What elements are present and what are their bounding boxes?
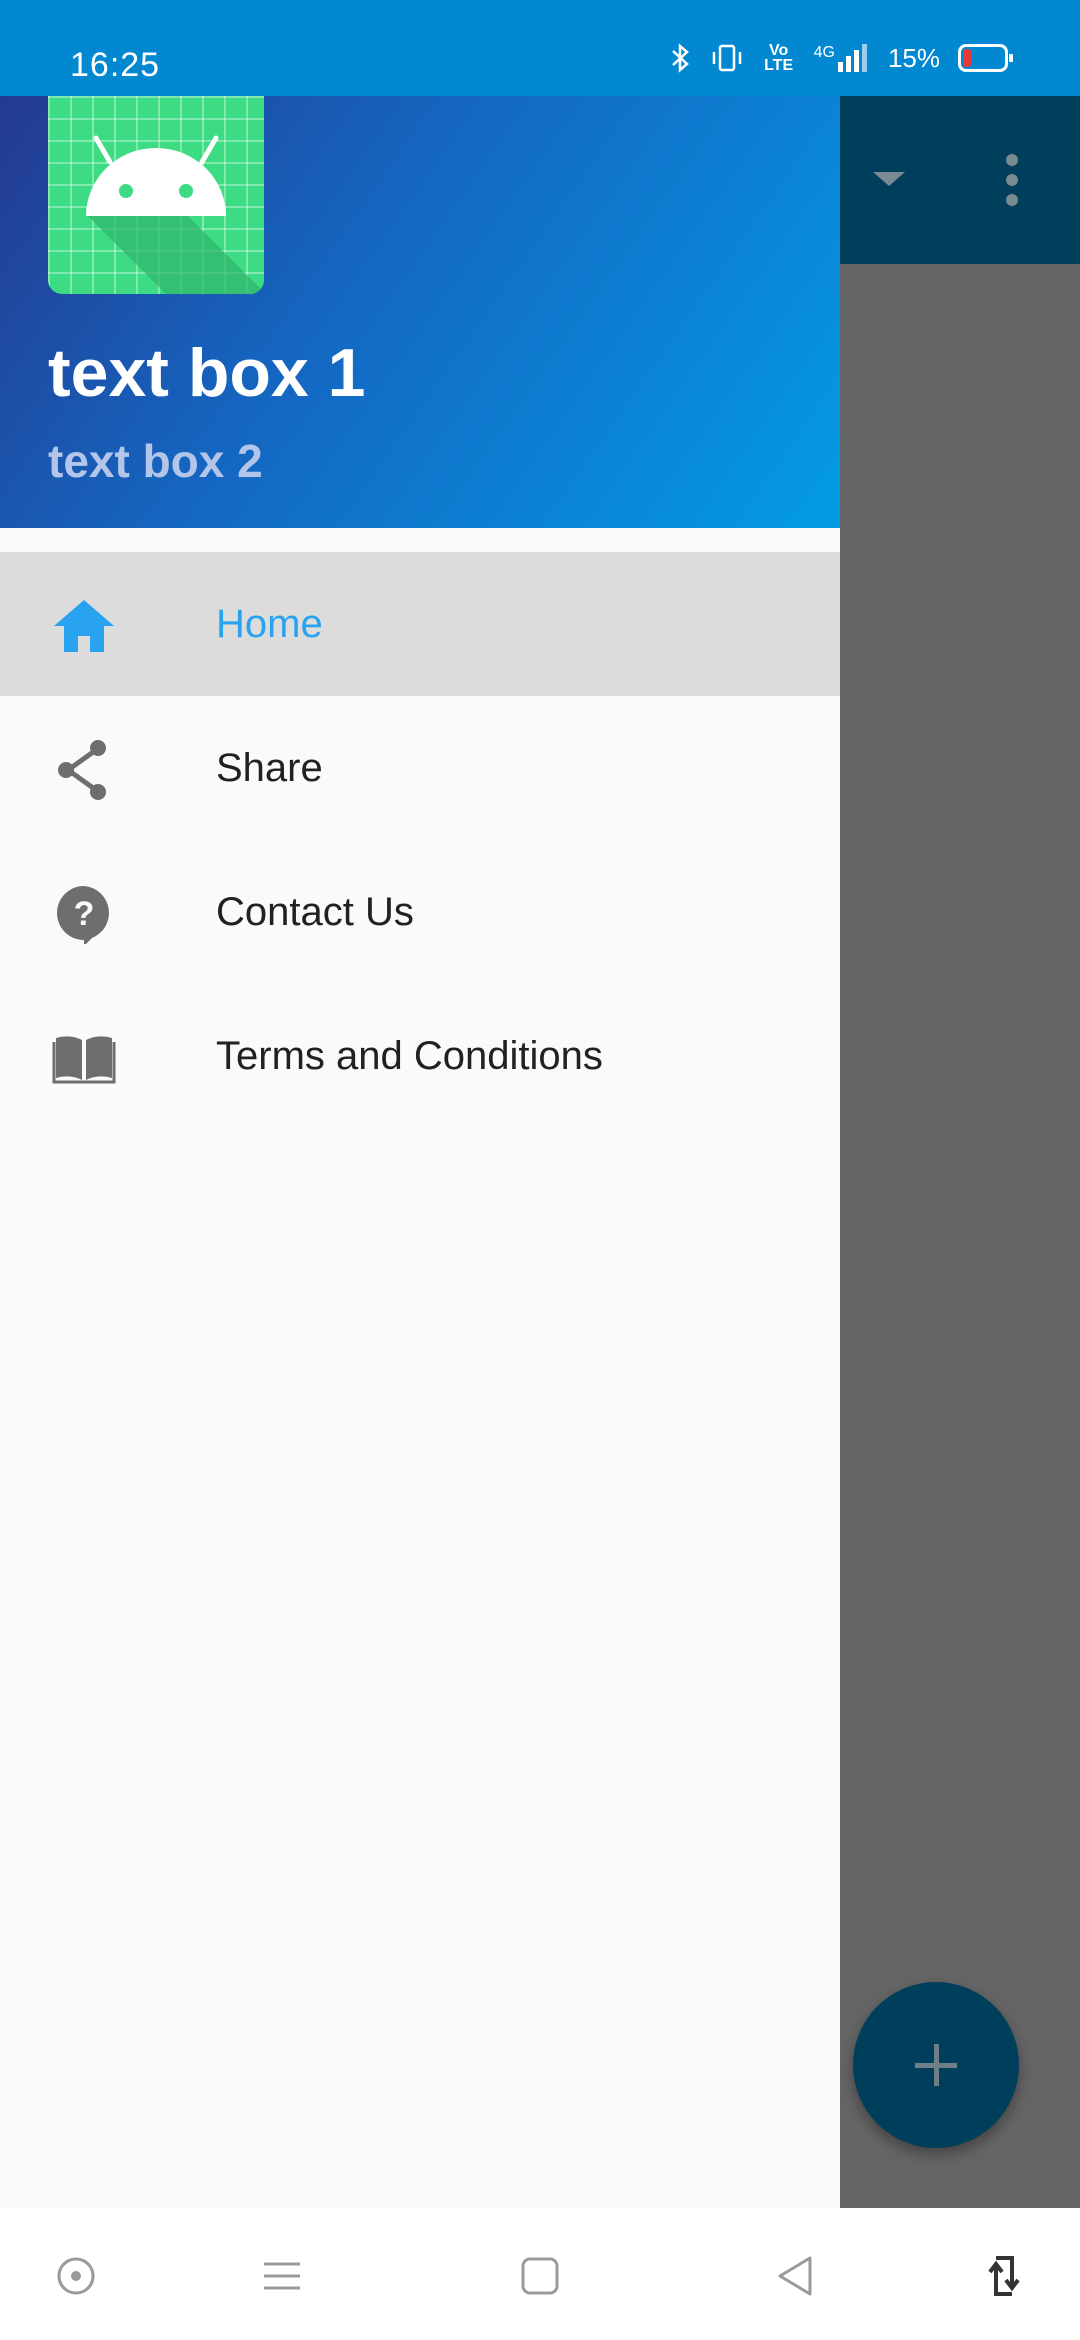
status-icons: Vo LTE 4G 15% <box>670 42 1013 74</box>
menu-item-home[interactable]: Home <box>0 552 840 696</box>
menu-item-label: Contact Us <box>216 889 414 934</box>
help-icon: ? <box>57 886 109 944</box>
status-bar: 16:25 Vo LTE 4G 15% <box>0 0 1080 96</box>
header-title: text box 1 <box>48 335 366 411</box>
header-subtitle: text box 2 <box>48 435 263 487</box>
share-icon <box>58 740 106 800</box>
battery-icon <box>958 44 1013 72</box>
system-nav-bar <box>0 2208 1080 2340</box>
menu-item-share[interactable]: Share <box>0 696 840 840</box>
bluetooth-icon <box>671 43 689 73</box>
drawer-header: text box 1 text box 2 <box>0 96 840 528</box>
status-time: 16:25 <box>70 46 161 84</box>
menu-icon[interactable] <box>258 2252 306 2300</box>
drawer-menu: Home Share ? Contact Us Terms and Condit… <box>0 552 840 1128</box>
battery-text: 15% <box>887 42 940 73</box>
add-fab-button[interactable] <box>853 1982 1019 2148</box>
navigation-drawer: text box 1 text box 2 Home Share ? Conta… <box>0 96 840 2208</box>
android-logo <box>48 96 264 294</box>
signal-bars-icon <box>837 44 867 72</box>
overflow-menu-icon[interactable] <box>1006 154 1018 206</box>
rotate-icon[interactable] <box>980 2252 1028 2300</box>
assistant-icon[interactable] <box>52 2252 100 2300</box>
menu-item-terms[interactable]: Terms and Conditions <box>0 984 840 1128</box>
dropdown-arrow-icon[interactable] <box>873 172 905 186</box>
back-icon[interactable] <box>772 2252 820 2300</box>
home-icon <box>54 600 114 652</box>
menu-item-label: Share <box>216 745 323 790</box>
add-icon <box>853 1982 1019 2148</box>
menu-item-label: Home <box>216 601 323 646</box>
menu-item-label: Terms and Conditions <box>216 1033 603 1078</box>
svg-text:?: ? <box>74 895 95 933</box>
menu-item-contact-us[interactable]: ? Contact Us <box>0 840 840 984</box>
network-type: 4G <box>813 44 835 61</box>
vibrate-icon <box>712 44 741 72</box>
volte-icon: Vo LTE <box>764 42 794 74</box>
book-icon <box>52 1036 116 1084</box>
home-square-icon[interactable] <box>516 2252 564 2300</box>
signal-icon: 4G <box>814 44 870 72</box>
